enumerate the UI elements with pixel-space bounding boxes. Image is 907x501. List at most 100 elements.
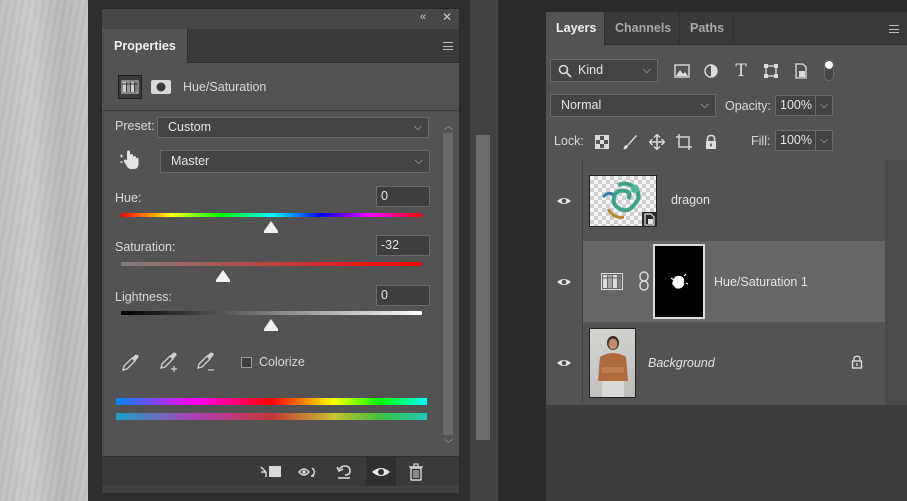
- properties-footer: [102, 456, 459, 487]
- dock-scrollbar-thumb[interactable]: [476, 135, 490, 440]
- layer-name-hue-saturation[interactable]: Hue/Saturation 1: [714, 275, 808, 289]
- fill-chevron-icon[interactable]: ⌵: [816, 130, 833, 151]
- layers-tab-row: Layers Channels Paths: [546, 12, 907, 46]
- lock-transparent-pixels-icon[interactable]: [592, 132, 612, 152]
- lock-artboard-icon[interactable]: [674, 132, 694, 152]
- smart-object-filter-icon[interactable]: [790, 61, 812, 81]
- visibility-eye-icon[interactable]: [546, 241, 583, 322]
- clip-to-layer-icon[interactable]: [258, 461, 284, 483]
- blend-mode-dropdown[interactable]: Normal ⌵: [550, 94, 716, 117]
- tab-layers[interactable]: Layers: [546, 12, 605, 46]
- tab-channels[interactable]: Channels: [605, 12, 680, 45]
- collapse-icon[interactable]: «: [420, 11, 426, 23]
- eyedropper-subtract-icon[interactable]: [195, 351, 217, 373]
- adjustment-layer-icon[interactable]: [118, 75, 142, 99]
- colorize-label: Colorize: [259, 355, 305, 369]
- colorize-checkbox[interactable]: [241, 357, 252, 368]
- close-icon[interactable]: ✕: [442, 10, 452, 24]
- layer-thumbnail-dragon[interactable]: [589, 175, 657, 227]
- lock-position-icon[interactable]: [647, 132, 667, 152]
- scroll-up-icon[interactable]: ︿: [444, 119, 453, 132]
- visibility-eye-icon[interactable]: [546, 160, 583, 241]
- properties-panel: « ✕ Properties Hue/Saturation Preset: Cu…: [101, 8, 460, 493]
- saturation-input[interactable]: -32: [376, 235, 430, 256]
- fill-label: Fill:: [751, 134, 771, 148]
- chevron-down-icon: ⌵: [642, 64, 651, 76]
- canvas-area[interactable]: [0, 0, 88, 501]
- layer-lock-icon[interactable]: [851, 355, 863, 372]
- input-color-bar: [116, 398, 427, 405]
- saturation-label: Saturation:: [115, 240, 176, 254]
- hue-saturation-adjustment-icon[interactable]: [601, 273, 623, 290]
- lightness-label: Lightness:: [115, 290, 172, 304]
- channel-dropdown[interactable]: Master ⌵: [160, 150, 430, 173]
- properties-scrollbar[interactable]: ︿ ﹀: [442, 119, 454, 449]
- lock-image-pixels-icon[interactable]: [620, 132, 640, 152]
- saturation-slider-track[interactable]: [121, 262, 422, 266]
- targeted-adjustment-icon[interactable]: [118, 147, 144, 173]
- lightness-input[interactable]: 0: [376, 285, 430, 306]
- adjustment-title: Hue/Saturation: [183, 80, 267, 94]
- filter-kind-dropdown[interactable]: Kind ⌵: [550, 59, 658, 82]
- hue-input[interactable]: 0: [376, 186, 430, 207]
- link-icon[interactable]: [638, 271, 650, 291]
- filter-toggle[interactable]: [824, 59, 834, 81]
- dock-divider: [498, 0, 546, 501]
- layers-panel: Layers Channels Paths Kind ⌵ T Normal ⌵: [546, 0, 907, 501]
- layer-row-dragon[interactable]: dragon: [546, 160, 885, 241]
- pixel-layer-filter-icon[interactable]: [671, 61, 693, 81]
- layers-list: dragon Hue/Saturation 1 Background: [546, 160, 885, 405]
- preset-dropdown[interactable]: Custom ⌵: [157, 117, 429, 138]
- layer-name-dragon[interactable]: dragon: [671, 193, 710, 207]
- opacity-chevron-icon[interactable]: ⌵: [816, 95, 833, 116]
- eyedropper-add-icon[interactable]: [158, 351, 180, 373]
- layers-panel-topbar: [546, 0, 907, 12]
- smart-object-badge-icon: [642, 212, 657, 227]
- view-previous-state-icon[interactable]: [295, 461, 321, 483]
- reset-icon[interactable]: [331, 461, 357, 483]
- lock-label: Lock:: [554, 134, 584, 148]
- layers-scrollbar[interactable]: [885, 160, 907, 405]
- adjustment-header: Hue/Saturation: [102, 63, 459, 111]
- layer-row-background[interactable]: Background: [546, 322, 885, 403]
- search-icon: [558, 64, 572, 78]
- blend-mode-value: Normal: [561, 98, 602, 112]
- shape-layer-filter-icon[interactable]: [760, 61, 782, 81]
- layer-row-hue-saturation[interactable]: Hue/Saturation 1: [546, 241, 885, 322]
- opacity-label: Opacity:: [725, 99, 771, 113]
- chevron-down-icon: ⌵: [700, 99, 709, 111]
- properties-body: Preset: Custom ⌵ Master ⌵ Hue: 0 Saturat…: [102, 111, 459, 456]
- visibility-icon[interactable]: [366, 457, 396, 487]
- opacity-input[interactable]: 100%: [775, 95, 816, 116]
- adjustment-layer-filter-icon[interactable]: [700, 61, 722, 81]
- scrollbar-thumb[interactable]: [443, 133, 453, 435]
- lightness-slider-track[interactable]: [121, 311, 422, 315]
- tab-properties[interactable]: Properties: [102, 29, 188, 64]
- layer-mask-icon[interactable]: [149, 75, 173, 99]
- lightness-slider-thumb[interactable]: [264, 319, 278, 331]
- chevron-down-icon: ⌵: [414, 155, 423, 167]
- output-color-bar: [116, 413, 427, 420]
- filter-toggle-knob: [825, 61, 833, 69]
- trash-icon[interactable]: [403, 461, 429, 483]
- layer-mask-thumbnail[interactable]: [653, 244, 705, 319]
- saturation-slider-thumb[interactable]: [216, 270, 230, 282]
- scroll-down-icon[interactable]: ﹀: [444, 437, 453, 450]
- tab-paths[interactable]: Paths: [680, 12, 734, 45]
- properties-tab-row: Properties: [102, 29, 459, 64]
- layer-thumbnail-background[interactable]: [589, 328, 636, 398]
- layers-menu-icon[interactable]: [889, 25, 899, 33]
- panel-menu-icon[interactable]: [443, 42, 453, 50]
- hue-slider-track[interactable]: [121, 213, 422, 217]
- eyedropper-icon[interactable]: [120, 351, 142, 373]
- type-layer-filter-icon[interactable]: T: [730, 61, 752, 81]
- visibility-eye-icon[interactable]: [546, 322, 583, 403]
- layer-name-background[interactable]: Background: [648, 356, 715, 370]
- lock-all-icon[interactable]: [701, 132, 721, 152]
- preset-value: Custom: [168, 120, 212, 134]
- panel-topbar: « ✕: [102, 9, 459, 29]
- hue-label: Hue:: [115, 191, 142, 205]
- fill-input[interactable]: 100%: [775, 130, 816, 151]
- hue-slider-thumb[interactable]: [264, 221, 278, 233]
- panel-resize-grip[interactable]: [102, 486, 459, 493]
